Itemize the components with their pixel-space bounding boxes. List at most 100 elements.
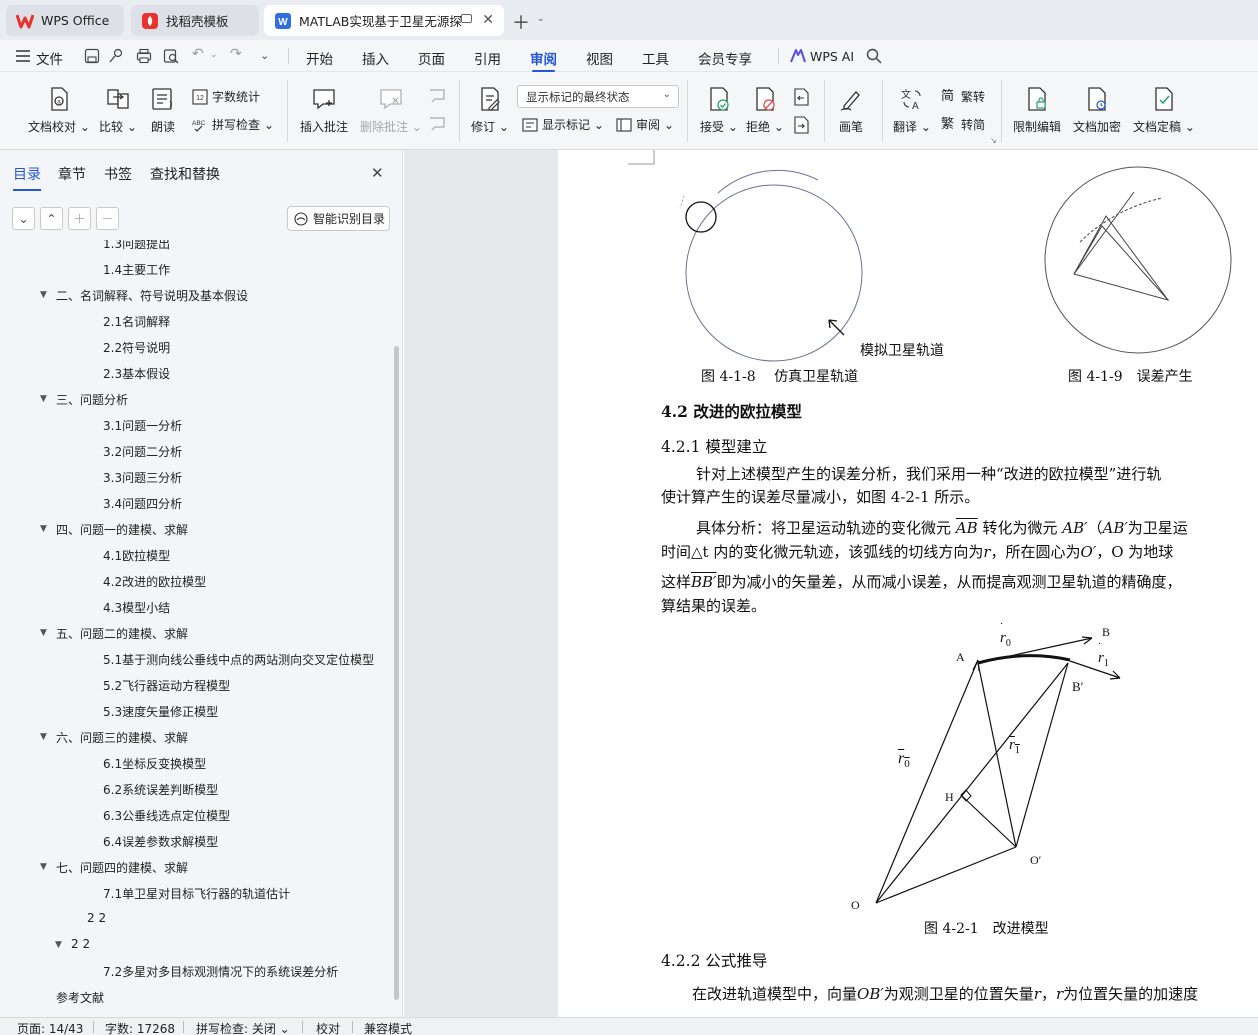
toc-item[interactable]: 5.1基于测向线公垂线中点的两站测向交叉定位模型 — [103, 651, 382, 668]
ink-button[interactable]: 画笔 — [838, 86, 864, 135]
translate-button[interactable]: 文A 翻译 ⌄ — [893, 86, 931, 135]
toc-item[interactable]: 4.1欧拉模型 — [103, 547, 382, 564]
toc-item[interactable]: 5.2飞行器运动方程模型 — [103, 677, 382, 694]
collapse-arrow-icon[interactable]: ▼ — [40, 732, 47, 742]
toc-item[interactable]: 7.2多星对多目标观测情况下的系统误差分析 — [103, 963, 382, 980]
collapse-arrow-icon[interactable]: ▼ — [40, 290, 47, 300]
add-heading-button[interactable]: ＋ — [68, 207, 91, 230]
proofread-status[interactable]: 校对 — [316, 1020, 340, 1035]
toc-item[interactable]: 二、名词解释、符号说明及基本假设 — [56, 287, 382, 304]
reject-button[interactable]: 拒绝 ⌄ — [746, 86, 784, 135]
menu-item-page[interactable]: 页面 — [418, 48, 445, 68]
toc-item[interactable]: 5.3速度矢量修正模型 — [103, 703, 382, 720]
insert-comment-button[interactable]: 插入批注 — [300, 86, 348, 135]
search-icon[interactable] — [866, 48, 882, 64]
previous-comment-icon[interactable] — [428, 88, 446, 104]
close-pane-icon[interactable]: ✕ — [371, 164, 384, 182]
hamburger-icon[interactable] — [16, 50, 30, 62]
toc-item[interactable]: 3.2问题二分析 — [103, 443, 382, 460]
toc-item[interactable]: 6.1坐标反变换模型 — [103, 755, 382, 772]
tab-wps-office[interactable]: WPS Office — [6, 5, 124, 36]
print-icon[interactable] — [136, 48, 152, 64]
menu-item-review[interactable]: 审阅 — [530, 48, 557, 72]
tab-docer-templates[interactable]: 找稻壳模板 — [131, 5, 259, 36]
finalize-button[interactable]: 文档定稿 ⌄ — [1133, 86, 1195, 135]
menu-item-view[interactable]: 视图 — [586, 48, 613, 68]
toc-item[interactable]: 参考文献 — [56, 989, 382, 1006]
document-page[interactable]: 模拟卫星轨道 图 4-1-8 仿真卫星轨道 图 4-1-9 误差产生 4.2 改… — [558, 150, 1258, 1017]
read-aloud-button[interactable]: 朗读 — [150, 86, 176, 135]
collapse-arrow-icon[interactable]: ▼ — [40, 524, 47, 534]
toc-item[interactable]: 6.2系统误差判断模型 — [103, 781, 382, 798]
toc-item[interactable]: 1.3问题提出 — [103, 240, 382, 252]
toc-item[interactable]: 6.4误差参数求解模型 — [103, 833, 382, 850]
simp-to-trad-button[interactable]: 繁 转简 — [941, 116, 985, 133]
doc-check-button[interactable]: a 文档校对 ⌄ — [28, 86, 90, 135]
markup-state-select[interactable]: 显示标记的最终状态 ⌄ — [517, 85, 679, 108]
menu-item-insert[interactable]: 插入 — [362, 48, 389, 68]
toc-item[interactable]: 3.4问题四分析 — [103, 495, 382, 512]
new-tab-plus-icon[interactable]: ＋ — [512, 9, 530, 35]
collapse-arrow-icon[interactable]: ▼ — [55, 940, 62, 950]
screen-icon[interactable] — [461, 14, 472, 23]
accept-button[interactable]: 接受 ⌄ — [700, 86, 738, 135]
spell-check-status[interactable]: 拼写检查: 关闭 ⌄ — [196, 1020, 290, 1035]
file-menu[interactable]: 文件 — [36, 48, 63, 68]
show-markup-button[interactable]: 显示标记 ⌄ — [522, 116, 604, 133]
save-icon[interactable] — [84, 48, 100, 64]
nav-tab-toc[interactable]: 目录 — [13, 164, 41, 191]
more-quick-actions-icon[interactable]: ⌄ — [260, 49, 269, 62]
toc-item[interactable]: 4.2改进的欧拉模型 — [103, 573, 382, 590]
restrict-edit-button[interactable]: 限制编辑 — [1013, 86, 1061, 135]
toc-item[interactable]: 三、问题分析 — [56, 391, 382, 408]
redo-icon[interactable]: ↷ — [230, 46, 246, 62]
toc-item[interactable]: 2.1名词解释 — [103, 313, 382, 330]
delete-comment-button[interactable]: 删除批注 ⌄ — [360, 86, 422, 135]
menu-item-home[interactable]: 开始 — [306, 48, 333, 68]
toc-item[interactable]: 2 2 — [87, 911, 382, 925]
toc-item[interactable]: 2.3基本假设 — [103, 365, 382, 382]
word-count[interactable]: 字数: 17268 — [105, 1020, 175, 1035]
review-pane-button[interactable]: 审阅 ⌄ — [616, 116, 674, 133]
toc-item[interactable]: 3.1问题一分析 — [103, 417, 382, 434]
track-changes-button[interactable]: 修订 ⌄ — [471, 86, 509, 135]
smart-toc-button[interactable]: 智能识别目录 — [287, 206, 390, 231]
nav-tab-find-replace[interactable]: 查找和替换 — [150, 164, 220, 184]
compare-button[interactable]: 比较 ⌄ — [99, 86, 137, 135]
toc-item[interactable]: 四、问题一的建模、求解 — [56, 521, 382, 538]
toc-item[interactable]: 五、问题二的建模、求解 — [56, 625, 382, 642]
toc-item[interactable]: 七、问题四的建模、求解 — [56, 859, 382, 876]
toc-item[interactable]: 六、问题三的建模、求解 — [56, 729, 382, 746]
page-indicator[interactable]: 页面: 14/43 — [17, 1020, 83, 1035]
close-tab-icon[interactable]: ✕ — [482, 12, 494, 28]
collapse-arrow-icon[interactable]: ▼ — [40, 628, 47, 638]
trad-to-simp-button[interactable]: 简 繁转 — [941, 88, 985, 105]
toc-item[interactable]: 2 2 — [71, 937, 382, 951]
wps-ai-button[interactable]: WPS AI — [810, 49, 854, 64]
next-comment-icon[interactable] — [428, 116, 446, 132]
nav-tab-bookmarks[interactable]: 书签 — [104, 164, 132, 184]
toc-item[interactable]: 7.1单卫星对目标飞行器的轨道估计 — [103, 885, 382, 902]
remove-heading-button[interactable]: － — [96, 207, 119, 230]
undo-dropdown-icon[interactable]: ⌄ — [210, 50, 218, 60]
toc-item[interactable]: 3.3问题三分析 — [103, 469, 382, 486]
collapse-arrow-icon[interactable]: ▼ — [40, 862, 47, 872]
chevron-down-icon[interactable]: ⌄ — [537, 14, 545, 24]
previous-change-icon[interactable] — [792, 88, 810, 106]
wps-ai-icon[interactable] — [790, 49, 806, 63]
share-icon[interactable] — [108, 48, 124, 64]
toc-scrollbar[interactable] — [394, 346, 399, 1000]
tab-current-document[interactable]: W MATLAB实现基于卫星无源探 ✕ — [264, 5, 504, 36]
ribbon-group-expand-icon[interactable]: ↘ — [990, 136, 997, 145]
expand-all-button[interactable]: ⌄ — [12, 207, 35, 230]
toc-item[interactable]: 2.2符号说明 — [103, 339, 382, 356]
menu-item-references[interactable]: 引用 — [474, 48, 501, 68]
toc-item[interactable]: 1.4主要工作 — [103, 261, 382, 278]
print-preview-icon[interactable] — [163, 48, 179, 64]
menu-item-member[interactable]: 会员专享 — [698, 48, 752, 68]
encrypt-button[interactable]: 文档加密 — [1073, 86, 1121, 135]
spell-check-button[interactable]: ABC 拼写检查 ⌄ — [192, 116, 274, 133]
toc-item[interactable]: 4.3模型小结 — [103, 599, 382, 616]
collapse-all-button[interactable]: ⌃ — [40, 207, 63, 230]
menu-item-tools[interactable]: 工具 — [642, 48, 669, 68]
